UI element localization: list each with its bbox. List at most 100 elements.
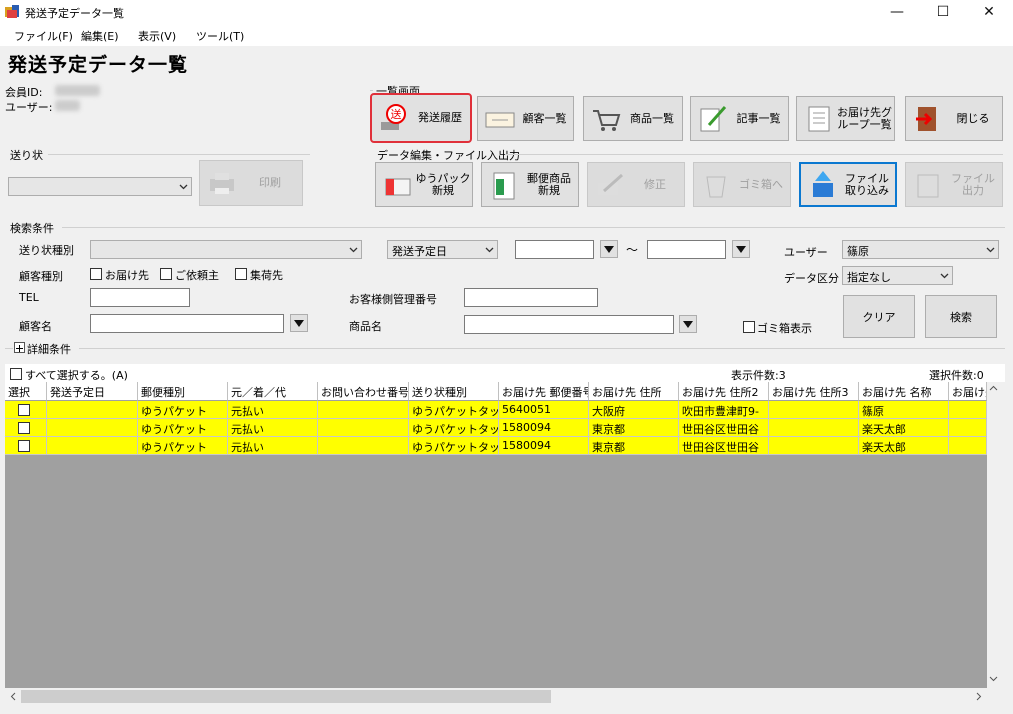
customer-name-dropdown[interactable] [290,314,308,332]
select-all-checkbox[interactable] [10,368,22,380]
shipping-history-button[interactable]: 送 発送履歴 [370,93,472,143]
table-cell[interactable] [47,401,138,419]
row-checkbox[interactable] [18,404,30,416]
column-header[interactable]: お届け先 住所 [589,382,679,401]
table-cell[interactable]: 1580094 [499,419,589,437]
date-type-select[interactable]: 発送予定日 [387,240,498,259]
shuka-checkbox[interactable] [235,268,247,280]
table-cell[interactable]: ゆうパケットタックシ [409,437,499,455]
table-cell[interactable]: 元払い [228,401,318,419]
column-header[interactable]: 発送予定日 [47,382,138,401]
column-header[interactable]: お届け先 住所3 [769,382,859,401]
customer-name-input[interactable] [90,314,284,333]
column-header[interactable]: お届け先 郵便番号 [499,382,589,401]
table-cell[interactable]: 大阪府 [589,401,679,419]
minimize-button[interactable]: — [874,0,920,24]
table-cell[interactable] [318,437,409,455]
table-cell[interactable] [5,401,47,419]
table-cell[interactable]: 楽天太郎 [859,419,949,437]
goirai-checkbox[interactable] [160,268,172,280]
data-grid[interactable]: 選択 発送予定日 郵便種別 元／着／代 お問い合わせ番号 送り状種別 お届け先 … [5,382,987,691]
table-cell[interactable]: ゆうパケット [138,437,228,455]
row-checkbox[interactable] [18,422,30,434]
date-from-dropdown[interactable] [600,240,618,258]
trash-display-checkbox[interactable] [743,321,755,333]
table-cell[interactable] [949,437,987,455]
table-cell[interactable]: 1580094 [499,437,589,455]
search-button[interactable]: 検索 [925,295,997,338]
menu-tools[interactable]: ツール(T) [196,28,244,44]
table-cell[interactable] [47,437,138,455]
detail-expand-toggle[interactable] [14,342,25,353]
vertical-scrollbar[interactable] [987,382,1000,691]
column-header[interactable]: 郵便種別 [138,382,228,401]
date-from-input[interactable] [515,240,594,259]
edit-button[interactable]: 修正 [587,162,685,207]
table-cell[interactable] [949,401,987,419]
okurijo-type-select[interactable] [90,240,362,259]
column-header[interactable]: 送り状種別 [409,382,499,401]
otodoke-checkbox[interactable] [90,268,102,280]
scroll-right-icon[interactable] [972,690,985,703]
okurijo-select[interactable] [8,177,192,196]
clear-button[interactable]: クリア [843,295,915,338]
table-cell[interactable] [769,419,859,437]
table-cell[interactable] [949,419,987,437]
product-name-dropdown[interactable] [679,315,697,333]
table-cell[interactable]: 世田谷区世田谷 [679,419,769,437]
tel-input[interactable] [90,288,190,307]
table-cell[interactable] [769,401,859,419]
row-checkbox[interactable] [18,440,30,452]
table-cell[interactable] [318,401,409,419]
yupack-new-button[interactable]: ゆうパック 新規 [375,162,473,207]
column-header[interactable]: お問い合わせ番号 [318,382,409,401]
table-cell[interactable]: 篠原 [859,401,949,419]
user-select[interactable]: 篠原 [842,240,999,259]
table-cell[interactable] [47,419,138,437]
table-cell[interactable]: ゆうパケット [138,419,228,437]
delivery-group-list-button[interactable]: お届け先グ ループ一覧 [796,96,895,141]
column-header[interactable]: お届け先 [949,382,987,401]
column-header[interactable]: お届け先 名称 [859,382,949,401]
menu-edit[interactable]: 編集(E) [81,28,119,44]
scroll-left-icon[interactable] [7,690,20,703]
table-cell[interactable]: ゆうパケット [138,401,228,419]
table-cell[interactable]: 元払い [228,419,318,437]
table-cell[interactable]: 世田谷区世田谷 [679,437,769,455]
table-cell[interactable] [318,419,409,437]
table-cell[interactable]: 吹田市豊津町9- [679,401,769,419]
okyaku-kanri-input[interactable] [464,288,598,307]
column-header[interactable]: 選択 [5,382,47,401]
menu-file[interactable]: ファイル(F) [14,28,73,44]
table-cell[interactable]: ゆうパケットタックシ [409,419,499,437]
table-cell[interactable]: ゆうパケットタックシ [409,401,499,419]
data-kubun-select[interactable]: 指定なし [842,266,953,285]
product-list-button[interactable]: 商品一覧 [583,96,683,141]
horizontal-scroll-thumb[interactable] [21,690,551,703]
postal-product-new-button[interactable]: 郵便商品 新規 [481,162,579,207]
date-to-input[interactable] [647,240,726,259]
scroll-up-icon[interactable] [987,382,1000,395]
date-to-dropdown[interactable] [732,240,750,258]
table-cell[interactable] [5,437,47,455]
maximize-button[interactable]: ☐ [920,0,966,24]
table-cell[interactable] [769,437,859,455]
menu-view[interactable]: 表示(V) [138,28,176,44]
trash-button[interactable]: ゴミ箱へ [693,162,791,207]
table-cell[interactable]: 元払い [228,437,318,455]
table-cell[interactable]: 楽天太郎 [859,437,949,455]
close-window-button[interactable]: ✕ [966,0,1012,24]
table-cell[interactable]: 東京都 [589,437,679,455]
print-button[interactable]: 印刷 [199,160,303,206]
customer-list-button[interactable]: 顧客一覧 [477,96,574,141]
file-export-button[interactable]: ファイル 出力 [905,162,1003,207]
file-import-button[interactable]: ファイル 取り込み [799,162,897,207]
table-cell[interactable]: 5640051 [499,401,589,419]
column-header[interactable]: お届け先 住所2 [679,382,769,401]
table-cell[interactable]: 東京都 [589,419,679,437]
product-name-input[interactable] [464,315,674,334]
horizontal-scrollbar[interactable] [5,688,987,705]
close-button[interactable]: 閉じる [905,96,1003,141]
table-cell[interactable] [5,419,47,437]
column-header[interactable]: 元／着／代 [228,382,318,401]
